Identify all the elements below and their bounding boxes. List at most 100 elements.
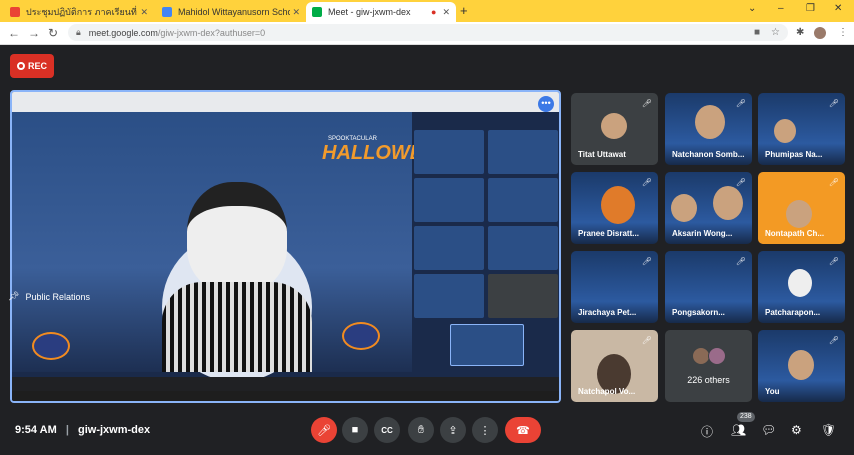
rec-label: REC: [27, 61, 47, 71]
more-options-button[interactable]: ⋮: [472, 417, 498, 443]
extensions-icon[interactable]: ✱: [796, 27, 804, 38]
tab-label: Meet - giw-jxwm-dex: [328, 7, 411, 17]
participant-tile[interactable]: 🎤︎ Titat Uttawat: [571, 93, 658, 165]
presentation-tile[interactable]: SPOOKTACULAR HALLOWEEN •••: [10, 90, 561, 403]
participant-tile[interactable]: 🎤︎ Natchapol Vo...: [571, 330, 658, 402]
info-icon[interactable]: ⓘ: [701, 423, 713, 440]
skull-mask: [788, 269, 812, 297]
forward-icon[interactable]: →: [28, 26, 40, 40]
pumpkin-mask: [601, 186, 635, 224]
participant-name: Jirachaya Pet...: [578, 308, 637, 317]
present-icon: ⇪: [448, 424, 458, 437]
participant-name: Phumipas Na...: [765, 150, 823, 159]
presenter-name: Public Relations: [25, 291, 90, 302]
others-count: 226 others: [687, 375, 730, 385]
captions-icon: CC: [381, 425, 393, 435]
participant-name: Patcharapon...: [765, 308, 821, 317]
participant-tile[interactable]: 🎤︎ Nontapath Ch...: [758, 172, 845, 244]
others-avatars: [692, 347, 726, 365]
mic-off-icon: 🎤︎: [828, 99, 839, 108]
mic-toggle-button[interactable]: 🎤︎: [311, 417, 337, 443]
participant-name: Aksarin Wong...: [672, 229, 733, 238]
minimize-button[interactable]: –: [778, 3, 784, 14]
camera-toggle-button[interactable]: ■: [342, 417, 368, 443]
url-path: /giw-jxwm-dex?authuser=0: [157, 27, 266, 38]
mic-off-icon: 🎤︎: [641, 99, 652, 108]
camera-icon[interactable]: ■: [754, 27, 760, 38]
shared-browser-bar: [12, 92, 559, 112]
host-controls-icon[interactable]: 🛡︎: [821, 423, 836, 437]
present-button[interactable]: ⇪: [440, 417, 466, 443]
chat-icon[interactable]: 💬︎: [761, 423, 776, 437]
pumpkin-icon: [342, 322, 380, 350]
participant-name: Pranee Disratt...: [578, 229, 639, 238]
shared-thumb: [488, 130, 558, 174]
mic-off-icon: 🎤︎: [828, 178, 839, 187]
striped-shirt: [162, 282, 312, 372]
activities-icon[interactable]: ⚙︎: [791, 423, 802, 437]
meeting-info: 9:54 AM | giw-jxwm-dex: [15, 424, 150, 436]
avatar: [695, 105, 725, 139]
avatar: [788, 350, 814, 380]
close-icon[interactable]: ✕: [292, 7, 300, 18]
tab-meet[interactable]: Meet - giw-jxwm-dex ● ✕: [306, 2, 456, 22]
pin-icon[interactable]: 📌︎: [8, 291, 19, 302]
participant-count-badge: 238: [737, 412, 755, 422]
avatar: [601, 113, 627, 139]
record-icon: [16, 62, 25, 70]
leave-call-button[interactable]: ☎︎: [505, 417, 541, 443]
url-host: meet.google.com: [88, 27, 158, 38]
self-tile[interactable]: 🎤︎ You: [758, 330, 845, 402]
shared-self-thumb: [450, 324, 524, 366]
back-icon[interactable]: ←: [8, 26, 20, 40]
captions-button[interactable]: CC: [374, 417, 400, 443]
participant-tile[interactable]: 🎤︎ Patcharapon...: [758, 251, 845, 323]
participant-tile[interactable]: 🎤︎ Aksarin Wong...: [665, 172, 752, 244]
raise-hand-button[interactable]: ✋︎: [408, 417, 434, 443]
close-icon[interactable]: ✕: [442, 7, 450, 18]
mic-off-icon: 🎤︎: [735, 99, 746, 108]
lock-icon: 🔒︎: [76, 27, 81, 37]
presenter-label: 📌︎ Public Relations: [8, 291, 90, 302]
shared-thumb: [414, 130, 484, 174]
pumpkin-icon: [32, 332, 70, 360]
tab-school[interactable]: Mahidol Wittayanusorn School ✕: [156, 2, 306, 22]
participant-tile[interactable]: 🎤︎ Pranee Disratt...: [571, 172, 658, 244]
participant-tile[interactable]: 🎤︎ Natchanon Somb...: [665, 93, 752, 165]
shared-thumb: [414, 274, 484, 318]
tab-gmail[interactable]: ประชุมปฏิบัติการ ภาคเรียนที่ 2 ปีการศึ ✕: [4, 2, 154, 22]
participant-name: Titat Uttawat: [578, 150, 626, 159]
skull-face: [187, 182, 287, 292]
tab-search-icon[interactable]: ⌄: [748, 3, 756, 14]
menu-icon[interactable]: ⋮: [838, 27, 848, 38]
others-tile[interactable]: 226 others: [665, 330, 752, 402]
close-icon[interactable]: ✕: [140, 7, 148, 18]
more-options-icon[interactable]: •••: [538, 96, 554, 112]
video-icon: ■: [351, 424, 359, 436]
presenter-video: [162, 182, 312, 372]
avatar: [671, 194, 697, 222]
shared-meet-controls: [12, 377, 559, 391]
mic-off-icon: 🎤︎: [828, 336, 839, 345]
shared-thumb: [488, 178, 558, 222]
url-input[interactable]: 🔒︎ meet.google.com/giw-jxwm-dex?authuser…: [68, 24, 788, 41]
new-tab-button[interactable]: +: [460, 3, 468, 18]
profile-avatar[interactable]: [814, 27, 826, 39]
meeting-code: giw-jxwm-dex: [77, 424, 151, 436]
participant-name: Natchapol Vo...: [578, 387, 636, 396]
maximize-button[interactable]: ❐: [806, 3, 815, 14]
participant-tile[interactable]: 🎤︎ Jirachaya Pet...: [571, 251, 658, 323]
bookmark-star-icon[interactable]: ☆: [771, 27, 780, 38]
avatar: [774, 119, 796, 143]
shared-thumb: [488, 226, 558, 270]
address-bar-row: ← → ↻ 🔒︎ meet.google.com/giw-jxwm-dex?au…: [0, 22, 854, 45]
participant-tile[interactable]: 🎤︎ Pongsakorn...: [665, 251, 752, 323]
avatar: [713, 186, 743, 220]
participant-tile[interactable]: 🎤︎ Phumipas Na...: [758, 93, 845, 165]
shared-thumbnail-grid: [414, 130, 559, 370]
mic-off-icon: 🎤︎: [735, 178, 746, 187]
reload-icon[interactable]: ↻: [48, 26, 58, 40]
participant-name: Nontapath Ch...: [765, 229, 825, 238]
window-close-button[interactable]: ✕: [834, 3, 842, 14]
people-icon[interactable]: 👥︎: [731, 423, 746, 437]
